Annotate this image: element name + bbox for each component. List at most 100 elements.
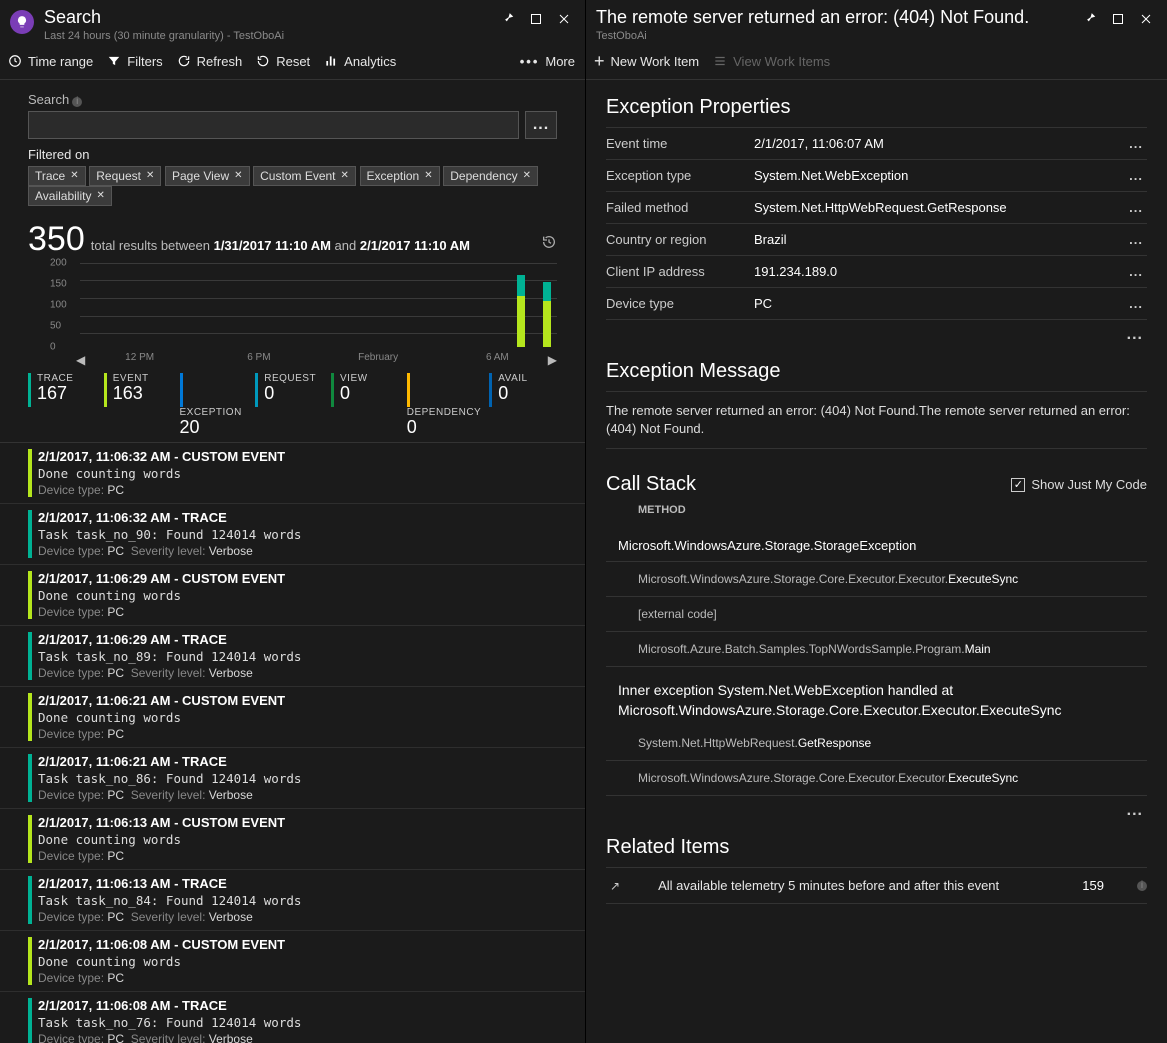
event-row[interactable]: 2/1/2017, 11:06:29 AM - TRACETask task_n… xyxy=(0,626,585,687)
left-subtitle: Last 24 hours (30 minute granularity) - … xyxy=(44,30,487,42)
stack-frame[interactable]: Microsoft.Azure.Batch.Samples.TopNWordsS… xyxy=(606,632,1147,667)
filter-chip[interactable]: Request✕ xyxy=(89,166,161,186)
left-blade-header: Search Last 24 hours (30 minute granular… xyxy=(0,0,585,48)
search-input[interactable] xyxy=(28,111,519,139)
more-button[interactable]: •••More xyxy=(520,54,575,69)
related-item-row[interactable]: ↗ All available telemetry 5 minutes befo… xyxy=(606,867,1147,904)
prop-more-button[interactable]: ... xyxy=(1125,296,1147,311)
chip-remove-icon[interactable]: ✕ xyxy=(424,170,432,181)
open-icon: ↗ xyxy=(610,879,620,893)
filter-chip[interactable]: Dependency✕ xyxy=(443,166,538,186)
stack-frame[interactable]: Microsoft.WindowsAzure.Storage.Core.Exec… xyxy=(606,761,1147,796)
stat-view[interactable]: VIEW0 xyxy=(331,373,399,436)
filters-button[interactable]: Filters xyxy=(107,54,162,69)
filter-chip[interactable]: Availability✕ xyxy=(28,186,112,206)
event-row[interactable]: 2/1/2017, 11:06:08 AM - CUSTOM EVENTDone… xyxy=(0,931,585,992)
prop-more-button[interactable]: ... xyxy=(1125,264,1147,279)
prop-row: Failed methodSystem.Net.HttpWebRequest.G… xyxy=(606,192,1147,224)
right-blade-header: The remote server returned an error: (40… xyxy=(586,0,1167,48)
chip-remove-icon[interactable]: ✕ xyxy=(341,170,349,181)
prop-more-button[interactable]: ... xyxy=(1125,232,1147,247)
maximize-icon[interactable] xyxy=(1107,8,1129,30)
event-row[interactable]: 2/1/2017, 11:06:32 AM - TRACETask task_n… xyxy=(0,504,585,565)
prop-row: Client IP address191.234.189.0... xyxy=(606,256,1147,288)
section-stack-title: Call Stack xyxy=(606,473,696,496)
props-more-button[interactable]: ... xyxy=(606,320,1147,344)
reset-button[interactable]: Reset xyxy=(256,54,310,69)
right-toolbar: +New Work Item View Work Items xyxy=(586,48,1167,80)
prop-row: Country or regionBrazil... xyxy=(606,224,1147,256)
section-msg-title: Exception Message xyxy=(606,360,1147,383)
info-icon[interactable]: i xyxy=(1137,881,1147,891)
prop-row: Exception typeSystem.Net.WebException... xyxy=(606,160,1147,192)
results-chart: 12 PM6 PMFebruary6 AM ◀ ▶ 050100150200 xyxy=(50,263,557,363)
chip-remove-icon[interactable]: ✕ xyxy=(146,170,154,181)
left-title: Search xyxy=(44,8,487,28)
result-count: 350 xyxy=(28,220,85,259)
stat-exception[interactable]: EXCEPTION20 xyxy=(180,373,248,436)
time-range-button[interactable]: Time range xyxy=(8,54,93,69)
pin-icon[interactable] xyxy=(1079,8,1101,30)
filter-chip[interactable]: Trace✕ xyxy=(28,166,86,186)
search-more-button[interactable]: ... xyxy=(525,111,557,139)
checkbox-icon: ✓ xyxy=(1011,478,1025,492)
pin-icon[interactable] xyxy=(497,8,519,30)
event-row[interactable]: 2/1/2017, 11:06:29 AM - CUSTOM EVENTDone… xyxy=(0,565,585,626)
chart-bar[interactable] xyxy=(543,282,551,347)
chart-bar[interactable] xyxy=(517,275,525,346)
chip-remove-icon[interactable]: ✕ xyxy=(523,170,531,181)
chip-remove-icon[interactable]: ✕ xyxy=(70,170,78,181)
inner-exception-label: Inner exception System.Net.WebException … xyxy=(606,667,1147,726)
show-just-my-code-toggle[interactable]: ✓ Show Just My Code xyxy=(1011,477,1147,492)
stack-primary[interactable]: Microsoft.WindowsAzure.Storage.StorageEx… xyxy=(606,530,1147,562)
chart-left-arrow[interactable]: ◀ xyxy=(76,353,85,367)
stack-frame[interactable]: System.Net.HttpWebRequest.GetResponse xyxy=(606,726,1147,761)
history-icon[interactable] xyxy=(541,234,557,250)
method-header: METHOD xyxy=(638,504,1147,516)
chip-remove-icon[interactable]: ✕ xyxy=(234,170,242,181)
filter-chip[interactable]: Page View✕ xyxy=(165,166,250,186)
refresh-button[interactable]: Refresh xyxy=(177,54,243,69)
stack-frame[interactable]: [external code] xyxy=(606,597,1147,632)
analytics-button[interactable]: Analytics xyxy=(324,54,396,69)
stat-avail[interactable]: AVAIL0 xyxy=(489,373,557,436)
close-icon[interactable] xyxy=(553,8,575,30)
section-props-title: Exception Properties xyxy=(606,96,1147,119)
new-work-item-button[interactable]: +New Work Item xyxy=(594,54,699,69)
info-icon[interactable]: i xyxy=(72,97,82,107)
prop-more-button[interactable]: ... xyxy=(1125,136,1147,151)
maximize-icon[interactable] xyxy=(525,8,547,30)
event-row[interactable]: 2/1/2017, 11:06:13 AM - TRACETask task_n… xyxy=(0,870,585,931)
insights-icon xyxy=(10,10,34,34)
event-row[interactable]: 2/1/2017, 11:06:21 AM - TRACETask task_n… xyxy=(0,748,585,809)
stat-trace[interactable]: TRACE167 xyxy=(28,373,96,436)
filter-chip[interactable]: Exception✕ xyxy=(360,166,440,186)
filtered-on-label: Filtered on xyxy=(28,147,89,162)
prop-more-button[interactable]: ... xyxy=(1125,200,1147,215)
stack-frame[interactable]: Microsoft.WindowsAzure.Storage.Core.Exec… xyxy=(606,562,1147,597)
stat-dependency[interactable]: DEPENDENCY0 xyxy=(407,373,481,436)
prop-row: Device typePC... xyxy=(606,288,1147,320)
search-label: Searchi xyxy=(0,80,585,111)
stat-request[interactable]: REQUEST0 xyxy=(255,373,323,436)
right-subtitle: TestOboAi xyxy=(596,30,1069,42)
right-title: The remote server returned an error: (40… xyxy=(596,8,1069,28)
chip-remove-icon[interactable]: ✕ xyxy=(96,190,104,201)
event-row[interactable]: 2/1/2017, 11:06:13 AM - CUSTOM EVENTDone… xyxy=(0,809,585,870)
result-text: total results between 1/31/2017 11:10 AM… xyxy=(91,238,470,253)
prop-row: Event time2/1/2017, 11:06:07 AM... xyxy=(606,128,1147,160)
exception-message: The remote server returned an error: (40… xyxy=(606,391,1147,449)
event-row[interactable]: 2/1/2017, 11:06:08 AM - TRACETask task_n… xyxy=(0,992,585,1043)
event-list: 2/1/2017, 11:06:32 AM - CUSTOM EVENTDone… xyxy=(0,443,585,1043)
chart-right-arrow[interactable]: ▶ xyxy=(548,353,557,367)
close-icon[interactable] xyxy=(1135,8,1157,30)
event-row[interactable]: 2/1/2017, 11:06:32 AM - CUSTOM EVENTDone… xyxy=(0,443,585,504)
section-related-title: Related Items xyxy=(606,836,1147,859)
filter-chip[interactable]: Custom Event✕ xyxy=(253,166,356,186)
stat-event[interactable]: EVENT163 xyxy=(104,373,172,436)
view-work-items-button: View Work Items xyxy=(713,54,830,69)
event-row[interactable]: 2/1/2017, 11:06:21 AM - CUSTOM EVENTDone… xyxy=(0,687,585,748)
prop-more-button[interactable]: ... xyxy=(1125,168,1147,183)
left-toolbar: Time range Filters Refresh Reset Analyti… xyxy=(0,48,585,80)
stack-more-button[interactable]: ... xyxy=(606,796,1147,820)
